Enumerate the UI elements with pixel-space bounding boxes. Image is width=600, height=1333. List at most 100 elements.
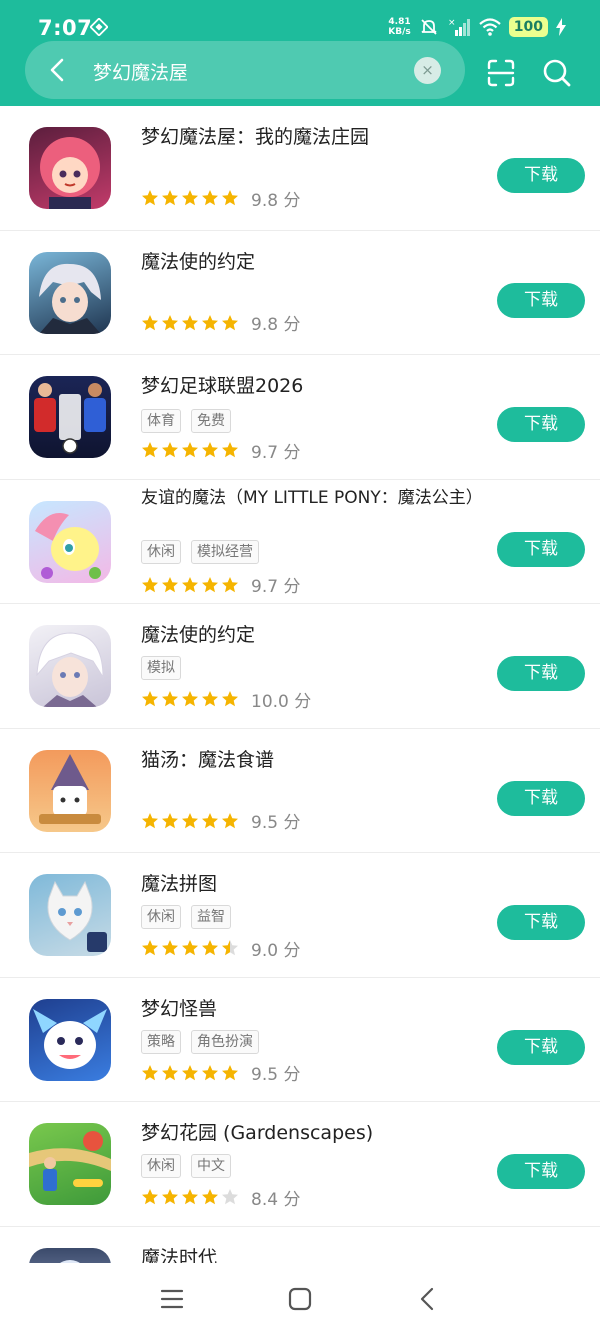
star-icon [202, 691, 218, 707]
search-icon[interactable] [542, 58, 572, 88]
app-tags: 模拟 [141, 656, 181, 680]
home-icon[interactable] [286, 1285, 314, 1313]
app-list-item[interactable]: 魔法时代 [0, 1227, 600, 1264]
app-tag: 免费 [191, 409, 231, 433]
back-icon[interactable] [414, 1285, 442, 1313]
app-name[interactable]: 猫汤：魔法食谱 [141, 747, 476, 773]
app-score: 9.7 分 [251, 442, 301, 463]
status-time: 7:07 [38, 16, 93, 40]
magic-age-icon[interactable] [29, 1247, 111, 1263]
white-hair-boy-icon[interactable] [29, 625, 111, 707]
app-tag: 模拟经营 [191, 539, 259, 564]
app-score: 9.7 分 [251, 577, 301, 597]
rating-stars [141, 812, 239, 830]
app-tags: 策略 角色扮演 [141, 1029, 259, 1054]
download-button[interactable]: 下载 [497, 780, 585, 816]
search-bar[interactable]: 梦幻魔法屋 × [25, 41, 465, 99]
app-list-item[interactable]: 梦幻魔法屋：我的魔法庄园 9.8 分 下载 [0, 106, 600, 231]
download-button[interactable]: 下载 [497, 531, 585, 567]
download-button[interactable]: 下载 [497, 282, 585, 318]
bell-off-icon [421, 19, 437, 35]
search-input[interactable]: 梦幻魔法屋 [93, 58, 188, 85]
app-name[interactable]: 梦幻魔法屋：我的魔法庄园 [141, 124, 476, 150]
app-name[interactable]: 魔法时代 [141, 1245, 476, 1264]
scan-icon[interactable] [486, 58, 516, 88]
search-results-list[interactable]: 梦幻魔法屋：我的魔法庄园 9.8 分 下载 魔法使的约定 9.8 分 下载 梦幻… [0, 106, 600, 1263]
app-list-item[interactable]: 梦幻怪兽 策略 角色扮演 9.5 分 下载 [0, 978, 600, 1102]
menu-icon[interactable] [158, 1285, 186, 1313]
pony-icon[interactable] [29, 500, 111, 583]
app-list-item[interactable]: 魔法使的约定 9.8 分 下载 [0, 231, 600, 355]
app-list-item[interactable]: 梦幻花园 (Gardenscapes) 休闲 中文 8.4 分 下载 [0, 1102, 600, 1227]
cat-puzzle-icon[interactable] [29, 874, 111, 956]
rating-stars [141, 314, 239, 332]
app-rating: 9.0 分 [141, 937, 300, 961]
star-icon [162, 576, 178, 592]
app-name[interactable]: 魔法使的约定 [141, 622, 476, 648]
app-tags: 休闲 益智 [141, 905, 231, 929]
download-button[interactable]: 下载 [497, 1029, 585, 1065]
app-rating: 9.8 分 [141, 187, 300, 211]
app-list-item[interactable]: 友谊的魔法（MY LITTLE PONY：魔法公主） 休闲 模拟经营 9.7 分… [0, 480, 600, 604]
back-arrow-icon[interactable] [43, 55, 73, 85]
close-icon: × [421, 61, 434, 79]
download-button[interactable]: 下载 [497, 905, 585, 940]
star-icon [182, 940, 198, 956]
app-header: 7:07 4.81 KB/s × 100 梦幻魔法屋 × [0, 0, 600, 106]
rating-stars [141, 1064, 239, 1082]
app-name[interactable]: 魔法使的约定 [141, 249, 476, 275]
star-icon [222, 190, 238, 206]
star-icon [142, 940, 158, 956]
download-button[interactable]: 下载 [497, 1154, 585, 1189]
star-icon [222, 812, 238, 828]
rating-stars [141, 1188, 239, 1206]
net-speed: 4.81 KB/s [388, 17, 410, 37]
app-rating: 9.5 分 [141, 1062, 300, 1085]
app-name[interactable]: 梦幻花园 (Gardenscapes) [141, 1120, 476, 1146]
star-icon [222, 1189, 238, 1205]
star-icon [142, 442, 158, 458]
system-navigation-bar [0, 1263, 600, 1333]
star-icon [162, 691, 178, 707]
star-icon [142, 1189, 158, 1205]
app-list-item[interactable]: 梦幻足球联盟2026 体育 免费 9.7 分 下载 [0, 355, 600, 480]
app-list-item[interactable]: 魔法使的约定 模拟 10.0 分 下载 [0, 604, 600, 729]
garden-icon[interactable] [29, 1123, 111, 1205]
silver-hair-boy-icon[interactable] [29, 251, 111, 334]
star-icon [222, 1064, 238, 1080]
download-button[interactable]: 下载 [497, 407, 585, 442]
star-icon [162, 314, 178, 330]
star-icon [142, 1064, 158, 1080]
star-icon [202, 1189, 218, 1205]
app-name[interactable]: 魔法拼图 [141, 871, 476, 897]
star-icon [202, 812, 218, 828]
app-list-item[interactable]: 猫汤：魔法食谱 9.5 分 下载 [0, 729, 600, 853]
app-tag: 模拟 [141, 656, 181, 680]
wizard-cat-icon[interactable] [29, 749, 111, 832]
star-icon [182, 314, 198, 330]
star-icon [182, 190, 198, 206]
rating-stars [141, 576, 239, 594]
princess-avatar-icon[interactable] [29, 127, 111, 209]
wifi-icon [479, 18, 501, 36]
app-score: 10.0 分 [251, 691, 312, 712]
net-speed-value: 4.81 [388, 17, 411, 27]
star-icon [142, 812, 158, 828]
star-icon [222, 314, 238, 330]
star-icon [202, 314, 218, 330]
rating-stars [141, 189, 239, 207]
app-name[interactable]: 梦幻足球联盟2026 [141, 373, 476, 399]
app-name[interactable]: 友谊的魔法（MY LITTLE PONY：魔法公主） [141, 486, 483, 510]
app-name[interactable]: 梦幻怪兽 [141, 996, 476, 1022]
app-tag: 策略 [141, 1029, 181, 1054]
clear-search-button[interactable]: × [414, 57, 441, 84]
app-list-item[interactable]: 魔法拼图 休闲 益智 9.0 分 下载 [0, 853, 600, 978]
monster-icon[interactable] [29, 998, 111, 1081]
download-button[interactable]: 下载 [497, 158, 585, 193]
star-icon [202, 576, 218, 592]
download-button[interactable]: 下载 [497, 656, 585, 691]
app-rating: 9.8 分 [141, 312, 300, 335]
soccer-players-icon[interactable] [29, 376, 111, 458]
star-icon [202, 190, 218, 206]
star-icon [182, 1189, 198, 1205]
